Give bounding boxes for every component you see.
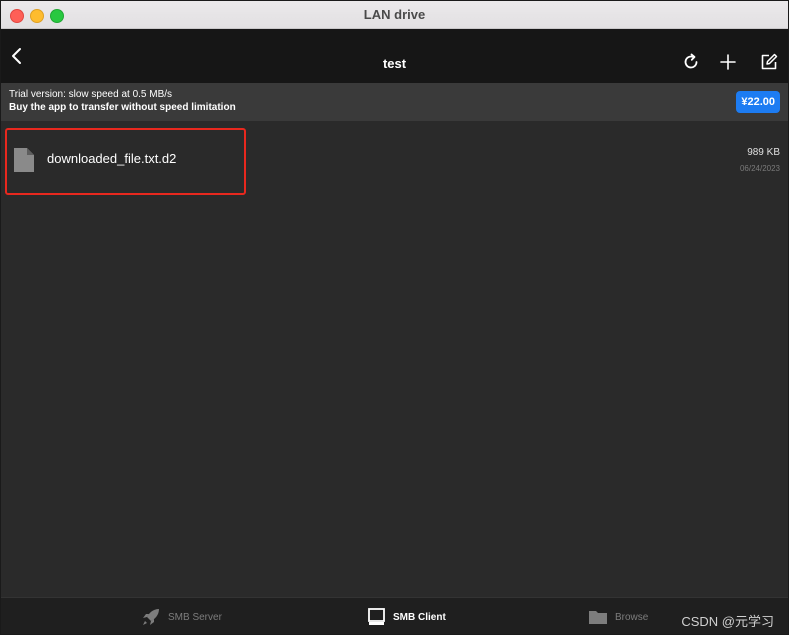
trial-speed-notice: Trial version: slow speed at 0.5 MB/s <box>9 89 173 100</box>
title-bar[interactable]: LAN drive <box>1 1 788 29</box>
monitor-icon <box>367 607 387 627</box>
file-size: 989 KB <box>747 147 780 158</box>
file-list-item[interactable]: downloaded_file.txt.d2 989 KB 06/24/2023 <box>1 121 788 199</box>
trial-banner: Trial version: slow speed at 0.5 MB/s Bu… <box>1 83 788 121</box>
file-icon <box>13 147 35 173</box>
tab-label: SMB Client <box>393 612 446 623</box>
file-list: downloaded_file.txt.d2 989 KB 06/24/2023 <box>1 121 788 597</box>
tab-bar: SMB Server SMB Client Browse CSDN @元学习 <box>1 597 788 634</box>
purchase-notice: Buy the app to transfer without speed li… <box>9 102 236 113</box>
tab-label: SMB Server <box>168 612 222 623</box>
watermark-text: CSDN @元学习 <box>681 614 774 629</box>
rocket-icon <box>141 607 161 627</box>
window-title: LAN drive <box>363 7 426 22</box>
folder-icon <box>588 607 608 627</box>
page-title: test <box>382 56 407 71</box>
file-date: 06/24/2023 <box>739 164 780 173</box>
navigation-bar: test <box>1 29 788 83</box>
plus-icon[interactable] <box>717 51 739 73</box>
file-name: downloaded_file.txt.d2 <box>47 151 177 166</box>
app-window: LAN drive test Trial version: slow speed… <box>0 0 789 635</box>
purchase-button[interactable]: ¥22.00 <box>736 91 780 113</box>
tab-label: Browse <box>615 612 649 623</box>
edit-icon[interactable] <box>758 51 780 73</box>
refresh-icon[interactable] <box>680 51 702 73</box>
